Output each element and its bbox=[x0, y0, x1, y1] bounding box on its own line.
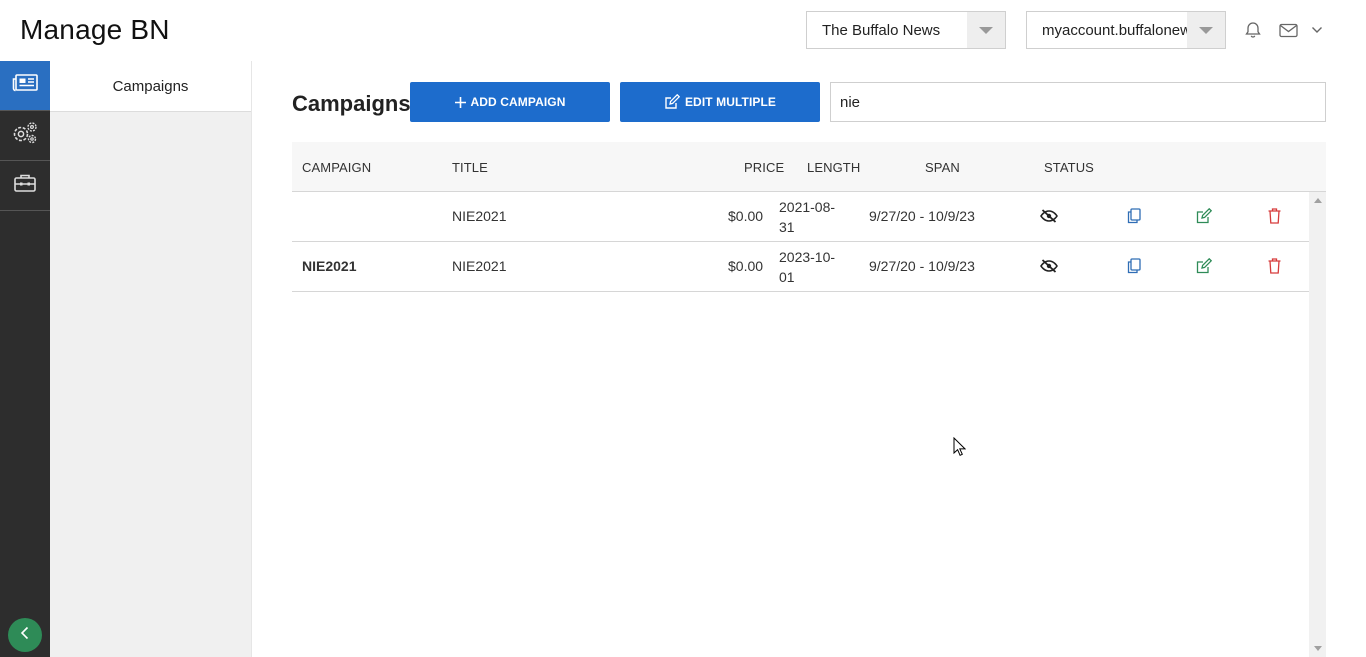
dropdown-arrow-icon[interactable] bbox=[1187, 12, 1225, 48]
rail-item-tools[interactable] bbox=[0, 161, 50, 211]
scroll-up-arrow-icon[interactable] bbox=[1314, 198, 1322, 203]
publication-select-value: The Buffalo News bbox=[822, 21, 941, 39]
cell-price: $0.00 bbox=[728, 258, 764, 274]
column-header-price[interactable]: PRICE bbox=[744, 160, 784, 175]
chevron-down-icon[interactable] bbox=[1307, 20, 1327, 40]
newspaper-icon bbox=[12, 74, 38, 97]
collapse-sidebar-button[interactable] bbox=[8, 618, 42, 652]
gears-icon bbox=[11, 121, 39, 150]
edit-multiple-label: EDIT MULTIPLE bbox=[684, 95, 777, 109]
table-row[interactable]: NIE2021 NIE2021 $0.00 2023-10-01 9/27/20… bbox=[292, 242, 1309, 292]
edit-multiple-button[interactable]: EDIT MULTIPLE bbox=[620, 82, 820, 122]
search-input[interactable] bbox=[830, 82, 1326, 122]
icon-rail bbox=[0, 61, 50, 657]
rail-item-campaigns[interactable] bbox=[0, 61, 50, 111]
column-header-title[interactable]: TITLE bbox=[452, 160, 488, 175]
scroll-down-arrow-icon[interactable] bbox=[1314, 646, 1322, 651]
chevron-left-icon bbox=[20, 626, 30, 645]
cell-span: 9/27/20 - 10/9/23 bbox=[869, 208, 975, 224]
account-select[interactable]: myaccount.buffalonews.com bbox=[1026, 11, 1226, 49]
column-header-status[interactable]: STATUS bbox=[1044, 160, 1094, 175]
cell-span: 9/27/20 - 10/9/23 bbox=[869, 258, 975, 274]
dropdown-arrow-icon[interactable] bbox=[967, 12, 1005, 48]
edit-icon bbox=[664, 94, 680, 110]
cell-price: $0.00 bbox=[728, 208, 764, 224]
main-content: Campaigns ADD CAMPAIGN EDIT MULTIPLE CAM… bbox=[252, 61, 1366, 657]
table-scrollbar[interactable] bbox=[1309, 192, 1326, 657]
toolbox-icon bbox=[13, 173, 37, 198]
table-row[interactable]: NIE2021 $0.00 2021-08-31 9/27/20 - 10/9/… bbox=[292, 192, 1309, 242]
copy-icon[interactable] bbox=[1125, 207, 1143, 225]
eye-slash-icon[interactable] bbox=[1040, 257, 1058, 275]
trash-icon[interactable] bbox=[1265, 257, 1283, 275]
rail-item-settings[interactable] bbox=[0, 111, 50, 161]
cell-campaign: NIE2021 bbox=[302, 258, 357, 274]
column-header-length[interactable]: LENGTH bbox=[807, 160, 860, 175]
account-select-value: myaccount.buffalonews.com bbox=[1042, 21, 1187, 39]
edit-icon[interactable] bbox=[1195, 207, 1213, 225]
app-title: Manage BN bbox=[20, 14, 170, 45]
cell-title: NIE2021 bbox=[452, 208, 507, 224]
add-campaign-label: ADD CAMPAIGN bbox=[470, 95, 566, 109]
cell-length: 2023-10-01 bbox=[779, 249, 836, 285]
edit-icon[interactable] bbox=[1195, 257, 1213, 275]
sub-navigation: Campaigns bbox=[50, 61, 252, 657]
column-header-span[interactable]: SPAN bbox=[925, 160, 960, 175]
plus-icon bbox=[454, 96, 466, 108]
subnav-item-campaigns[interactable]: Campaigns bbox=[50, 61, 251, 112]
mouse-cursor-icon bbox=[953, 436, 967, 462]
top-header: Manage BN The Buffalo News myaccount.buf… bbox=[0, 0, 1366, 61]
column-header-campaign[interactable]: CAMPAIGN bbox=[302, 160, 371, 175]
table-body: NIE2021 $0.00 2021-08-31 9/27/20 - 10/9/… bbox=[292, 192, 1309, 657]
campaigns-table: CAMPAIGN TITLE PRICE LENGTH SPAN STATUS … bbox=[292, 142, 1326, 657]
envelope-icon[interactable] bbox=[1278, 20, 1298, 40]
copy-icon[interactable] bbox=[1125, 257, 1143, 275]
cell-title: NIE2021 bbox=[452, 258, 507, 274]
bell-icon[interactable] bbox=[1243, 20, 1263, 40]
publication-select[interactable]: The Buffalo News bbox=[806, 11, 1006, 49]
trash-icon[interactable] bbox=[1265, 207, 1283, 225]
page-title: Campaigns bbox=[292, 91, 411, 116]
eye-slash-icon[interactable] bbox=[1040, 207, 1058, 225]
table-header: CAMPAIGN TITLE PRICE LENGTH SPAN STATUS bbox=[292, 142, 1326, 192]
cell-length: 2021-08-31 bbox=[779, 199, 836, 235]
add-campaign-button[interactable]: ADD CAMPAIGN bbox=[410, 82, 610, 122]
